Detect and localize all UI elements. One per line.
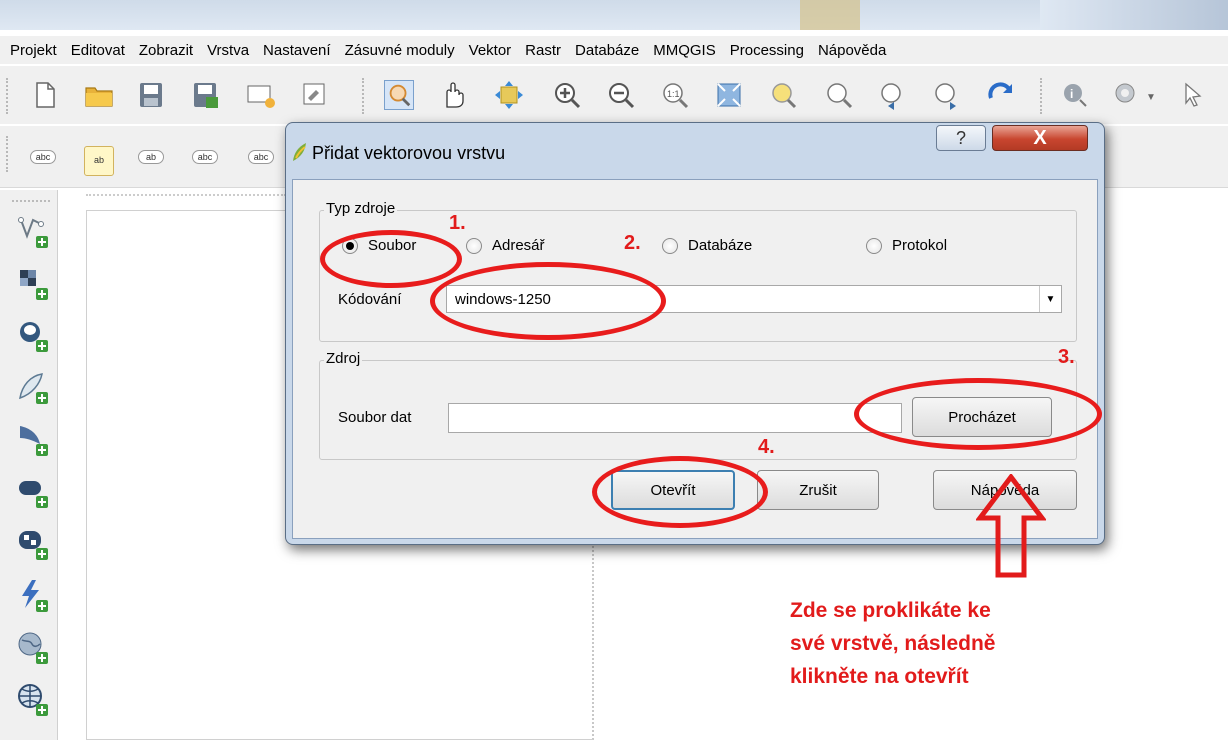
menu-rastr[interactable]: Rastr xyxy=(519,42,569,59)
chevron-down-icon[interactable]: ▼ xyxy=(1146,92,1156,103)
add-mssql-layer-icon[interactable] xyxy=(16,422,50,456)
annotation-note: Zde se proklikáte ke své vrstvě, následn… xyxy=(790,594,995,693)
svg-text:1:1: 1:1 xyxy=(667,89,680,99)
show-hide-labels-button[interactable]: abc xyxy=(192,150,218,164)
radio-protocol-label: Protokol xyxy=(892,237,948,254)
zoom-actual-icon[interactable]: 1:1 xyxy=(660,80,690,110)
annotation-step-4: 4. xyxy=(758,436,775,458)
add-delimited-text-layer-icon[interactable] xyxy=(16,578,50,612)
add-vector-layer-icon[interactable] xyxy=(16,214,50,248)
annotation-arrow-up xyxy=(974,472,1048,578)
add-db2-layer-icon[interactable] xyxy=(16,526,50,560)
radio-database-label: Databáze xyxy=(688,237,753,254)
select-icon[interactable] xyxy=(1178,80,1208,110)
zoom-last-icon[interactable] xyxy=(878,80,908,110)
annotation-ellipse-soubor xyxy=(320,230,462,288)
radio-database-indicator[interactable] xyxy=(662,237,678,254)
menu-mmqgis[interactable]: MMQGIS xyxy=(647,42,724,59)
zoom-out-icon[interactable] xyxy=(606,80,636,110)
new-project-icon[interactable] xyxy=(30,80,60,110)
add-spatialite-layer-icon[interactable] xyxy=(16,370,50,404)
zoom-full-icon[interactable] xyxy=(714,80,744,110)
qgis-logo-icon xyxy=(290,141,310,163)
radio-directory-label: Adresář xyxy=(492,237,545,254)
menu-zobrazit[interactable]: Zobrazit xyxy=(133,42,201,59)
move-icon[interactable] xyxy=(494,80,524,110)
menu-napoveda[interactable]: Nápověda xyxy=(812,42,894,59)
dialog-help-button[interactable]: ? xyxy=(936,125,986,151)
radio-directory-indicator[interactable] xyxy=(466,237,482,254)
encoding-label: Kódování xyxy=(338,291,402,308)
radio-protocol[interactable]: Protokol xyxy=(866,237,947,254)
layer-labeling-button[interactable]: abc xyxy=(30,150,56,164)
menu-vrstva[interactable]: Vrstva xyxy=(201,42,257,59)
main-toolbar: 1:1 i ▼ xyxy=(0,66,1228,124)
annotation-ellipse-open xyxy=(592,456,768,528)
menu-zasuvne-moduly[interactable]: Zásuvné moduly xyxy=(339,42,463,59)
annotation-note-line-3: klikněte na otevřít xyxy=(790,665,969,688)
add-wfs-layer-icon[interactable] xyxy=(16,682,50,716)
toolbar-grip[interactable] xyxy=(6,136,10,172)
menu-editovat[interactable]: Editovat xyxy=(65,42,133,59)
save-project-icon[interactable] xyxy=(136,80,166,110)
annotation-note-line-1: Zde se proklikáte ke xyxy=(790,599,991,622)
titlebar-decoration xyxy=(1040,0,1228,30)
zoom-to-selection-icon[interactable] xyxy=(768,80,798,110)
pin-labels-button[interactable]: ab xyxy=(138,150,164,164)
annotation-step-3: 3. xyxy=(1058,346,1075,368)
move-label-button[interactable]: abc xyxy=(248,150,274,164)
new-print-composer-icon[interactable] xyxy=(246,80,276,110)
dataset-label: Soubor dat xyxy=(338,409,412,426)
zoom-next-icon[interactable] xyxy=(932,80,962,110)
add-oracle-layer-icon[interactable] xyxy=(16,474,50,508)
settings-icon[interactable] xyxy=(1112,80,1142,110)
composer-manager-icon[interactable] xyxy=(300,80,330,110)
zoom-in-icon[interactable] xyxy=(552,80,582,110)
menu-bar: Projekt Editovat Zobrazit Vrstva Nastave… xyxy=(0,36,1228,64)
menu-databaze[interactable]: Databáze xyxy=(569,42,647,59)
radio-directory[interactable]: Adresář xyxy=(466,237,545,254)
toolbar-grip[interactable] xyxy=(6,78,10,114)
menu-vektor[interactable]: Vektor xyxy=(463,42,520,59)
dialog-title: Přidat vektorovou vrstvu xyxy=(312,143,506,163)
annotation-step-1: 1. xyxy=(449,212,466,234)
radio-protocol-indicator[interactable] xyxy=(866,237,882,254)
menu-nastaveni[interactable]: Nastavení xyxy=(257,42,339,59)
save-as-icon[interactable] xyxy=(190,80,220,110)
dialog-close-button[interactable]: X xyxy=(992,125,1088,151)
toolbar-grip[interactable] xyxy=(1040,78,1044,114)
titlebar-decoration xyxy=(800,0,860,30)
menu-projekt[interactable]: Projekt xyxy=(4,42,65,59)
menu-processing[interactable]: Processing xyxy=(724,42,812,59)
toolbar-grip[interactable] xyxy=(362,78,366,114)
dataset-path-input[interactable] xyxy=(448,403,902,433)
toolbar-grip[interactable] xyxy=(12,200,50,202)
annotation-ellipse-browse xyxy=(854,378,1102,450)
source-group-title: Zdroj xyxy=(324,350,363,367)
svg-text:i: i xyxy=(1070,87,1073,101)
pan-icon[interactable] xyxy=(438,80,468,110)
add-raster-layer-icon[interactable] xyxy=(16,266,50,300)
refresh-icon[interactable] xyxy=(986,80,1016,110)
cancel-button[interactable]: Zrušit xyxy=(757,470,879,510)
annotation-note-line-2: své vrstvě, následně xyxy=(790,632,996,655)
layer-diagram-button[interactable]: ab xyxy=(84,146,114,176)
identify-icon[interactable]: i xyxy=(1060,80,1090,110)
annotation-ellipse-encoding xyxy=(430,262,666,340)
zoom-to-layer-icon[interactable] xyxy=(824,80,854,110)
chevron-down-icon[interactable]: ▼ xyxy=(1039,286,1061,312)
pan-map-to-selection-icon[interactable] xyxy=(384,80,414,110)
add-postgis-layer-icon[interactable] xyxy=(16,318,50,352)
radio-database[interactable]: Databáze xyxy=(662,237,752,254)
source-type-group-title: Typ zdroje xyxy=(324,200,398,217)
add-wms-layer-icon[interactable] xyxy=(16,630,50,664)
annotation-step-2: 2. xyxy=(624,232,641,254)
open-project-icon[interactable] xyxy=(84,80,114,110)
layers-panel-header xyxy=(86,194,286,208)
manage-layers-toolbar xyxy=(0,190,58,740)
window-titlebar xyxy=(0,0,1228,30)
